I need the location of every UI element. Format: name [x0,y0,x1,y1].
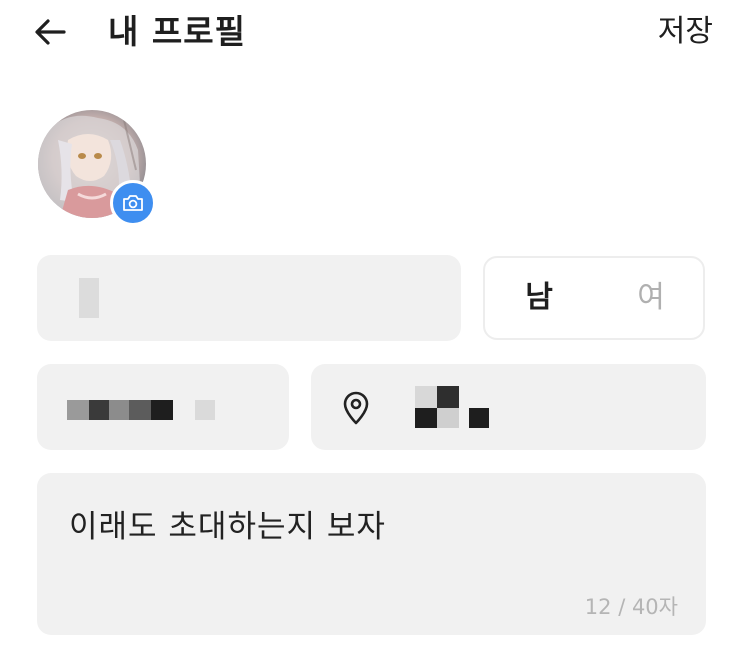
birth-field[interactable] [37,364,289,450]
page-title: 내 프로필 [108,12,246,51]
arrow-left-icon [35,19,66,45]
location-field[interactable] [311,364,706,450]
bio-textarea[interactable]: 이래도 초대하는지 보자 12 / 40자 [37,473,706,635]
camera-icon [123,195,143,211]
bio-char-counter: 12 / 40자 [584,595,678,619]
nickname-field[interactable] [37,255,461,341]
gender-toggle[interactable]: 남 여 [483,256,705,340]
gender-female-option[interactable]: 여 [621,258,681,338]
location-pin-icon [343,391,369,425]
save-button[interactable]: 저장 [658,10,713,54]
change-photo-button[interactable] [110,180,156,226]
profile-edit-screen: 내 프로필 저장 남 여 이래도 초대하는지 보자 12 / 40자 [0,0,743,655]
back-button[interactable] [30,12,70,52]
gender-male-option[interactable]: 남 [509,258,569,338]
redacted-nickname [79,278,99,318]
bio-text[interactable]: 이래도 초대하는지 보자 [69,505,386,549]
avatar-container[interactable] [38,110,156,226]
